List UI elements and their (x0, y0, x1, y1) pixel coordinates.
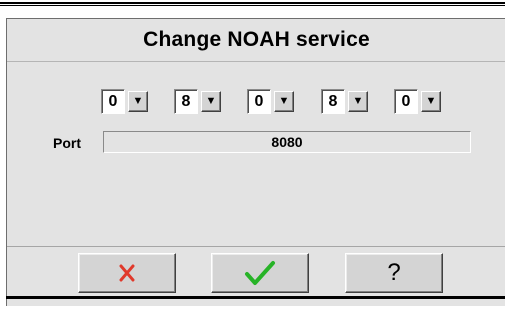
port-field: 8080 (103, 131, 471, 153)
chevron-down-icon[interactable]: ▼ (128, 91, 148, 112)
cancel-button[interactable] (78, 253, 176, 293)
digit-selector-3: 0 ▼ (247, 89, 294, 114)
dialog-title-bar: Change NOAH service (7, 19, 505, 62)
ok-button[interactable] (211, 253, 309, 293)
top-border (0, 2, 505, 4)
red-x-icon (119, 264, 135, 282)
digit-value-5[interactable]: 0 (394, 89, 418, 114)
help-label: ? (387, 259, 401, 286)
chevron-down-icon[interactable]: ▼ (274, 91, 294, 112)
top-border-inner (0, 5, 505, 6)
digit-selector-2: 8 ▼ (174, 89, 221, 114)
port-label: Port (53, 135, 81, 151)
chevron-down-icon[interactable]: ▼ (348, 91, 368, 112)
digit-value-1[interactable]: 0 (101, 89, 125, 114)
digit-selector-4: 8 ▼ (321, 89, 368, 114)
digit-value-4[interactable]: 8 (321, 89, 345, 114)
dialog-title: Change NOAH service (143, 28, 370, 51)
green-check-icon (245, 261, 275, 285)
help-button[interactable]: ? (345, 253, 443, 293)
digit-value-2[interactable]: 8 (174, 89, 198, 114)
bottom-border (6, 296, 505, 299)
digit-selector-1: 0 ▼ (101, 89, 148, 114)
change-service-dialog: Change NOAH service 0 ▼ 8 ▼ 0 ▼ 8 ▼ 0 ▼ … (6, 18, 505, 306)
digit-selector-5: 0 ▼ (394, 89, 441, 114)
chevron-down-icon[interactable]: ▼ (201, 91, 221, 112)
digit-value-3[interactable]: 0 (247, 89, 271, 114)
chevron-down-icon[interactable]: ▼ (421, 91, 441, 112)
